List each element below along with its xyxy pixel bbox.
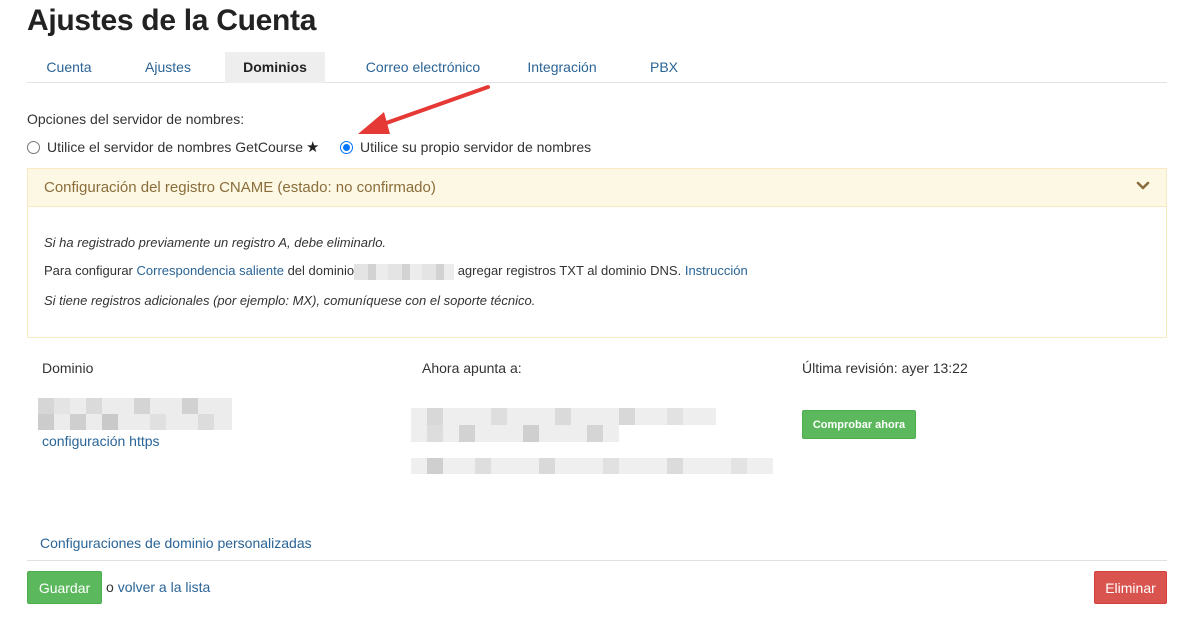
redacted-points-to-value xyxy=(411,408,716,442)
back-prefix: o xyxy=(106,579,114,595)
tab-pbx[interactable]: PBX xyxy=(631,52,697,83)
radio-own-input[interactable] xyxy=(340,140,353,154)
tab-dominios[interactable]: Dominios xyxy=(225,52,325,83)
redacted-points-to-secondary xyxy=(411,458,773,474)
delete-button[interactable]: Eliminar xyxy=(1094,571,1167,604)
note-suffix: agregar registros TXT al dominio DNS. xyxy=(457,263,682,278)
points-to-column-label: Ahora apunta a: xyxy=(422,360,522,376)
custom-domain-settings-link[interactable]: Configuraciones de dominio personalizada… xyxy=(40,535,312,551)
red-arrow-icon xyxy=(358,85,490,134)
tab-bar: Cuenta Ajustes Dominios Correo electróni… xyxy=(27,52,1167,83)
outgoing-mail-link[interactable]: Correspondencia saliente xyxy=(137,263,284,278)
radio-getcourse-nameserver[interactable]: Utilice el servidor de nombres GetCourse… xyxy=(27,137,319,157)
nameserver-options-label: Opciones del servidor de nombres: xyxy=(27,111,245,127)
star-icon: ★ xyxy=(306,139,320,156)
tab-ajustes[interactable]: Ajustes xyxy=(127,52,209,83)
domain-column-label: Dominio xyxy=(42,360,94,376)
cname-panel-header[interactable]: Configuración del registro CNAME (estado… xyxy=(28,169,1166,207)
radio-getcourse-label[interactable]: Utilice el servidor de nombres GetCourse xyxy=(47,139,303,155)
chevron-down-icon[interactable] xyxy=(1136,179,1150,193)
instruction-link[interactable]: Instrucción xyxy=(685,263,748,278)
cname-note-support: Si tiene registros adicionales (por ejem… xyxy=(44,293,536,308)
note-prefix: Para configurar xyxy=(44,263,133,278)
tab-correo-electronico[interactable]: Correo electrónico xyxy=(345,52,501,83)
footer-divider xyxy=(27,560,1167,561)
note-mid: del dominio xyxy=(287,263,355,278)
back-to-list: o volver a la lista xyxy=(106,579,210,595)
cname-note-outgoing-mail: Para configurar Correspondencia saliente… xyxy=(44,263,748,280)
radio-getcourse-input[interactable] xyxy=(27,140,40,154)
check-now-button[interactable]: Comprobar ahora xyxy=(802,410,916,439)
save-button[interactable]: Guardar xyxy=(27,571,102,604)
cname-note-a-record: Si ha registrado previamente un registro… xyxy=(44,235,387,250)
tab-integracion[interactable]: Integración xyxy=(517,52,607,83)
back-to-list-link[interactable]: volver a la lista xyxy=(118,579,211,595)
cname-panel-title[interactable]: Configuración del registro CNAME (estado… xyxy=(44,179,436,196)
tab-cuenta[interactable]: Cuenta xyxy=(27,52,111,83)
page-title: Ajustes de la Cuenta xyxy=(27,4,317,37)
https-config-link[interactable]: configuración https xyxy=(42,433,160,449)
cname-config-panel: Configuración del registro CNAME (estado… xyxy=(27,168,1167,338)
redacted-domain-name xyxy=(38,398,232,430)
last-check-label: Última revisión: ayer 13:22 xyxy=(802,360,968,376)
redacted-domain xyxy=(354,263,455,280)
